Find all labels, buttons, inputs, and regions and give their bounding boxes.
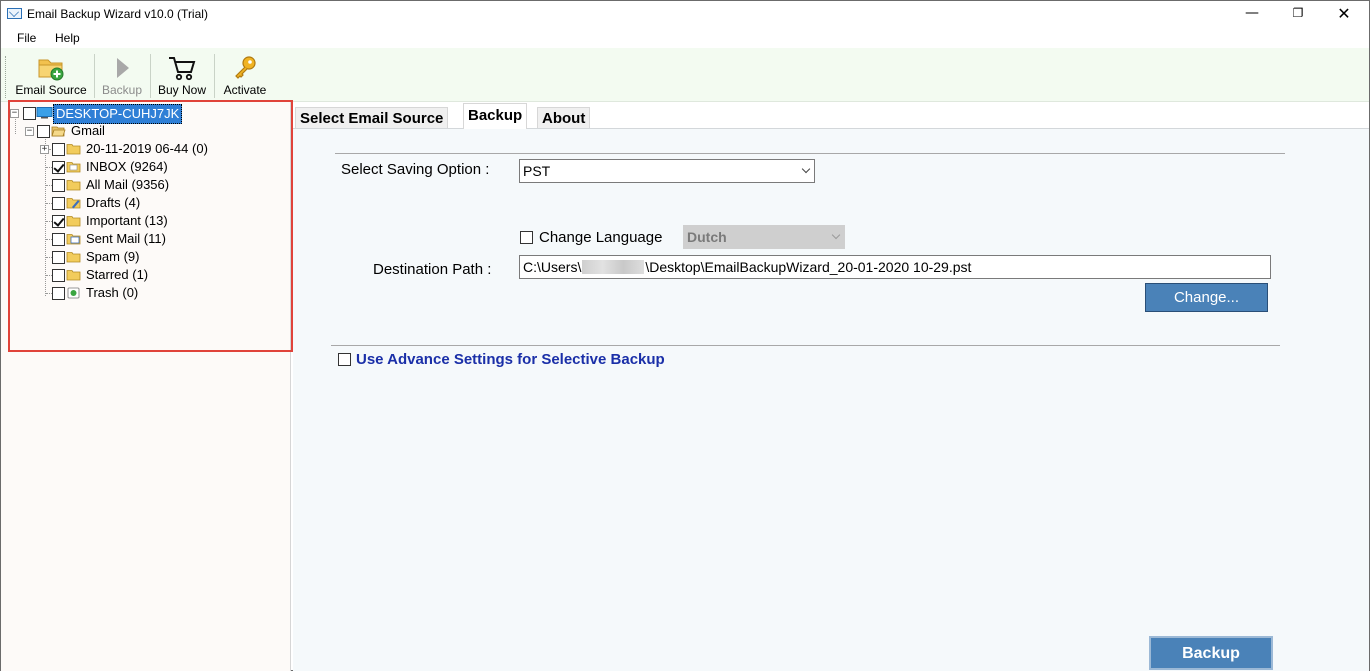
buy-now-label: Buy Now (157, 83, 207, 97)
tree-checkbox-account[interactable] (37, 125, 50, 138)
tree-label[interactable]: Spam (9) (86, 248, 139, 266)
tree-label[interactable]: Important (13) (86, 212, 168, 230)
tree-checkbox[interactable] (52, 215, 65, 228)
change-language-checkbox[interactable] (520, 231, 533, 244)
tab-select-email-source[interactable]: Select Email Source (295, 107, 449, 129)
folder-icon (66, 216, 81, 227)
toolbar: Email Source Backup Buy Now Activate (1, 48, 1369, 102)
folder-icon (66, 270, 81, 281)
tree-checkbox[interactable] (52, 161, 65, 174)
tree-checkbox[interactable] (52, 287, 65, 300)
menu-bar: File Help (1, 28, 1369, 48)
change-language-label: Change Language (539, 229, 663, 246)
backup-tab-content: Select Saving Option : PST Change Langua… (293, 128, 1369, 671)
toolbar-separator (214, 54, 215, 98)
tree-checkbox[interactable] (52, 179, 65, 192)
play-arrow-icon (117, 58, 129, 78)
tree-checkbox[interactable] (52, 233, 65, 246)
tree-label[interactable]: Starred (1) (86, 266, 148, 284)
key-icon (235, 56, 256, 79)
folder-icon (66, 252, 81, 263)
saving-option-value: PST (523, 163, 551, 179)
collapse-icon[interactable]: − (25, 127, 34, 136)
tree-checkbox[interactable] (52, 143, 65, 156)
menu-file[interactable]: File (17, 31, 36, 45)
title-bar: Email Backup Wizard v10.0 (Trial) — ❐ ✕ (1, 1, 1369, 28)
close-button[interactable]: ✕ (1321, 1, 1367, 28)
drafts-icon (66, 198, 81, 209)
backup-toolbar-label: Backup (101, 83, 143, 97)
folder-icon (66, 144, 81, 155)
tree-label[interactable]: Drafts (4) (86, 194, 140, 212)
toolbar-grip (5, 56, 7, 98)
tree-label[interactable]: Trash (0) (86, 284, 138, 302)
folder-icon (66, 180, 81, 191)
middle-divider (331, 345, 1280, 346)
tree-label[interactable]: INBOX (9264) (86, 158, 168, 176)
saving-option-label: Select Saving Option : (341, 161, 490, 178)
tab-about[interactable]: About (537, 107, 591, 129)
maximize-button[interactable]: ❐ (1275, 1, 1321, 28)
minimize-button[interactable]: — (1229, 1, 1275, 28)
folder-add-icon (38, 59, 64, 81)
tree-checkbox[interactable] (52, 197, 65, 210)
toolbar-separator (150, 54, 151, 98)
shopping-cart-icon (169, 57, 196, 81)
toolbar-separator (94, 54, 95, 98)
tree-label-account[interactable]: Gmail (71, 122, 105, 140)
language-value: Dutch (687, 229, 727, 245)
chevron-down-icon (801, 164, 811, 174)
change-path-button[interactable]: Change... (1145, 283, 1268, 312)
sent-mail-icon (66, 234, 81, 245)
tree-label[interactable]: All Mail (9356) (86, 176, 169, 194)
email-source-label: Email Source (15, 83, 87, 97)
redacted-username (582, 260, 645, 274)
app-window: Email Backup Wizard v10.0 (Trial) — ❐ ✕ … (0, 0, 1370, 671)
tree-checkbox[interactable] (52, 251, 65, 264)
collapse-icon[interactable]: − (10, 109, 19, 118)
computer-icon (36, 107, 53, 119)
tab-backup[interactable]: Backup (463, 103, 528, 129)
backup-button[interactable]: Backup (1149, 636, 1273, 670)
open-folder-icon (51, 126, 66, 137)
top-divider (335, 153, 1285, 154)
destination-prefix: C:\Users\ (523, 259, 582, 275)
destination-path-input[interactable]: C:\Users\ \Desktop\EmailBackupWizard_20-0… (519, 255, 1271, 279)
menu-help[interactable]: Help (55, 31, 80, 45)
expand-icon[interactable]: + (40, 145, 49, 154)
trash-icon (67, 287, 80, 299)
advance-settings-checkbox[interactable] (338, 353, 351, 366)
advance-settings-label[interactable]: Use Advance Settings for Selective Backu… (356, 351, 665, 368)
inbox-folder-icon (66, 162, 81, 173)
destination-suffix: \Desktop\EmailBackupWizard_20-01-2020 10… (645, 259, 972, 275)
tree-label[interactable]: 20-11-2019 06-44 (0) (86, 140, 208, 158)
tree-checkbox[interactable] (52, 269, 65, 282)
buy-now-button[interactable]: Buy Now (153, 50, 211, 100)
tree-connector (45, 136, 46, 296)
window-title: Email Backup Wizard v10.0 (Trial) (27, 7, 208, 21)
tree-label-root[interactable]: DESKTOP-CUHJ7JK (53, 104, 183, 124)
tree-checkbox-root[interactable] (23, 107, 36, 120)
tree-label[interactable]: Sent Mail (11) (86, 230, 166, 248)
saving-option-select[interactable]: PST (519, 159, 815, 183)
activate-label: Activate (223, 83, 267, 97)
chevron-down-icon (831, 230, 841, 240)
destination-path-label: Destination Path : (373, 261, 492, 278)
envelope-icon (7, 8, 22, 19)
activate-button[interactable]: Activate (217, 50, 273, 100)
backup-toolbar-button[interactable]: Backup (97, 50, 147, 100)
email-source-button[interactable]: Email Source (9, 50, 93, 100)
language-select[interactable]: Dutch (683, 225, 845, 249)
